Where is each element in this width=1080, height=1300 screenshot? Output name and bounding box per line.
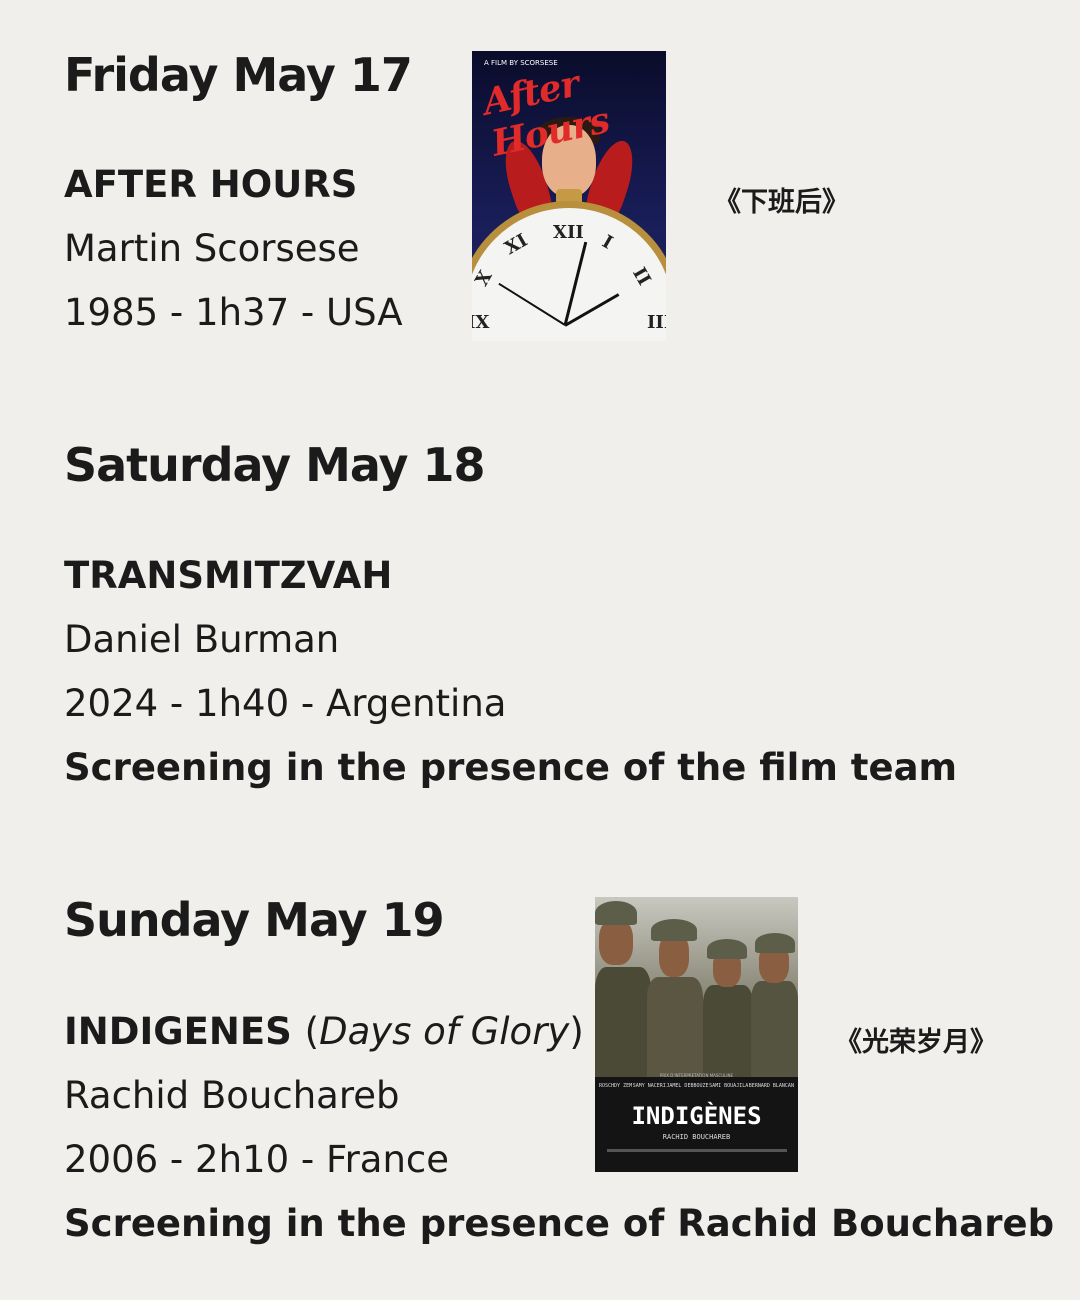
film-title-english: Days of Glory — [319, 1010, 570, 1053]
film-director: Rachid Bouchareb — [64, 1074, 400, 1117]
poster-cast-name: JAMEL DEBBOUZE — [666, 1083, 709, 1089]
film-title-indigenes: INDIGENES (Days of Glory) — [64, 1010, 584, 1053]
film-info: 2006 - 2h10 - France — [64, 1138, 450, 1181]
film-title-transmitzvah: TRANSMITZVAH — [64, 554, 393, 597]
poster-credits-bar — [607, 1149, 787, 1152]
poster-award: PRIX D'INTERPRETATION MASCULINE — [659, 1073, 734, 1078]
chinese-title-after-hours: 《下班后》 — [714, 187, 849, 218]
poster-director: RACHID BOUCHAREB — [662, 1133, 731, 1141]
poster-title: INDIGÈNES — [631, 1102, 762, 1130]
after-hours-poster: XII I II III XI X IX A FILM BY SCORSESE … — [472, 51, 666, 341]
poster-cast-name: SAMI BOUAJILA — [709, 1083, 749, 1089]
chinese-title-indigenes: 《光荣岁月》 — [835, 1027, 997, 1058]
poster-cast-name: ROSCHDY ZEM — [599, 1083, 633, 1089]
day-heading-friday: Friday May 17 — [64, 48, 413, 102]
poster-cast-name: BERNARD BLANCAN — [748, 1083, 794, 1089]
indigenes-poster: PRIX D'INTERPRETATION MASCULINE ROSCHDY … — [595, 897, 798, 1172]
film-info: 1985 - 1h37 - USA — [64, 291, 403, 334]
poster-cast-name: SAMY NACERI — [632, 1083, 666, 1089]
film-title-after-hours: AFTER HOURS — [64, 163, 358, 206]
film-director: Daniel Burman — [64, 618, 340, 661]
poster-cast: ROSCHDY ZEM SAMY NACERI JAMEL DEBBOUZE S… — [599, 1083, 794, 1089]
poster-credit: A FILM BY SCORSESE — [484, 59, 558, 67]
screening-note: Screening in the presence of the film te… — [64, 746, 958, 789]
day-heading-saturday: Saturday May 18 — [64, 438, 486, 492]
screening-note: Screening in the presence of Rachid Bouc… — [64, 1202, 1055, 1245]
film-title-alt: (Days of Glory) — [304, 1010, 584, 1053]
film-director: Martin Scorsese — [64, 227, 360, 270]
day-heading-sunday: Sunday May 19 — [64, 893, 445, 947]
film-title-main: INDIGENES — [64, 1010, 292, 1053]
film-info: 2024 - 1h40 - Argentina — [64, 682, 507, 725]
